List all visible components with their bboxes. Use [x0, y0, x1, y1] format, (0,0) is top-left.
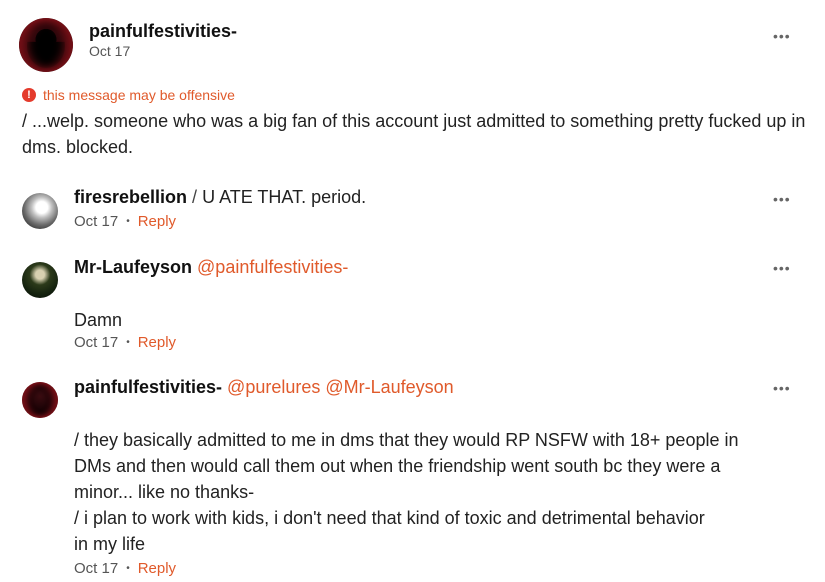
comment-text: U ATE THAT. period. [202, 187, 367, 207]
separator-dot: • [126, 563, 130, 574]
more-options-icon[interactable]: ••• [773, 380, 791, 396]
comment-meta: Oct 17 • Reply [74, 560, 176, 577]
avatar[interactable] [22, 193, 58, 229]
comment-date: Oct 17 [74, 213, 119, 230]
avatar[interactable] [19, 18, 73, 72]
comment-text-line: / they basically admitted to me in dms t… [74, 430, 739, 450]
mention-link[interactable]: @painfulfestivities- [197, 257, 348, 277]
comment-username[interactable]: firesrebellion [74, 187, 187, 207]
comment-text: / they basically admitted to me in dms t… [74, 427, 774, 557]
warning-text: this message may be offensive [43, 87, 235, 103]
comment-username[interactable]: painfulfestivities- [74, 377, 222, 397]
post-thread: painfulfestivities- Oct 17 ••• ! this me… [0, 0, 825, 582]
comment-text-line: / i plan to work with kids, i don't need… [74, 508, 705, 528]
reply-link[interactable]: Reply [138, 560, 176, 577]
separator-dot: • [126, 337, 130, 348]
comment-line: painfulfestivities- @purelures @Mr-Laufe… [74, 377, 454, 398]
comment-text-line: in my life [74, 534, 146, 554]
comment-text-line: minor... like no thanks- [74, 482, 255, 502]
comment-line: firesrebellion / U ATE THAT. period. [74, 187, 366, 208]
comment-meta: Oct 17 • Reply [74, 213, 176, 230]
mention-links[interactable]: @purelures @Mr-Laufeyson [227, 377, 454, 397]
comment-date: Oct 17 [74, 560, 119, 577]
reply-link[interactable]: Reply [138, 213, 176, 230]
post-date: Oct 17 [89, 43, 131, 59]
comment-meta: Oct 17 • Reply [74, 334, 176, 351]
comment-date: Oct 17 [74, 334, 119, 351]
comment-text-line: DMs and then would call them out when th… [74, 456, 721, 476]
comment-line: Mr-Laufeyson @painfulfestivities- [74, 257, 348, 278]
comment-username[interactable]: Mr-Laufeyson [74, 257, 192, 277]
post-username[interactable]: painfulfestivities- [89, 21, 237, 42]
offensive-warning: ! this message may be offensive [22, 87, 235, 103]
separator-dot: • [126, 216, 130, 227]
avatar[interactable] [22, 382, 58, 418]
post-body: / ...welp. someone who was a big fan of … [22, 111, 806, 157]
more-options-icon[interactable]: ••• [773, 28, 791, 44]
more-options-icon[interactable]: ••• [773, 260, 791, 276]
comment-separator: / [187, 187, 203, 207]
reply-link[interactable]: Reply [138, 334, 176, 351]
more-options-icon[interactable]: ••• [773, 191, 791, 207]
comment-text: Damn [74, 310, 123, 330]
warning-icon: ! [22, 88, 36, 102]
avatar[interactable] [22, 262, 58, 298]
